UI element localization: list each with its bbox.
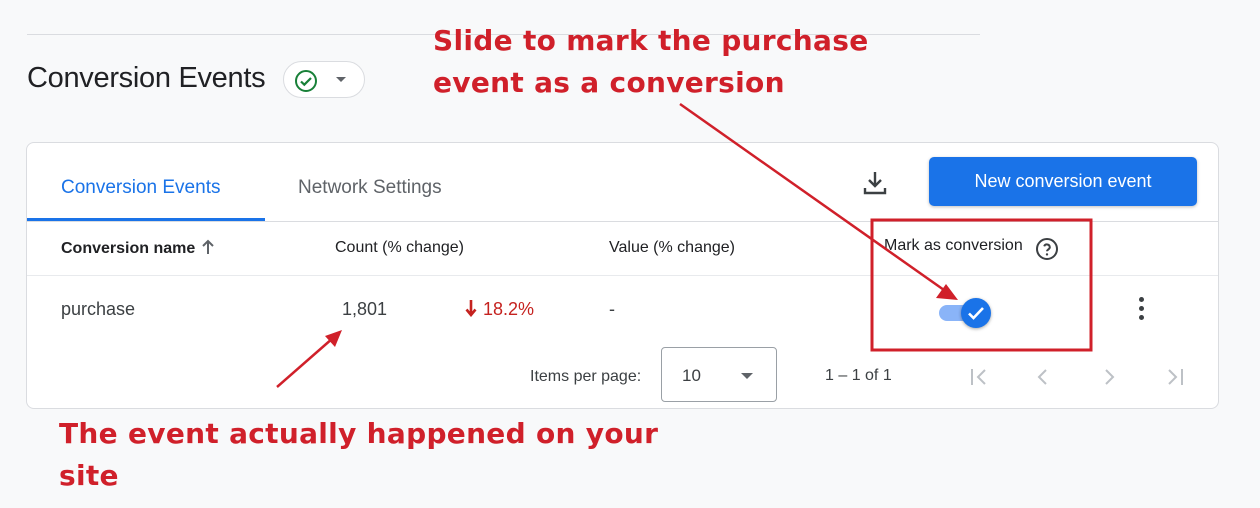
- annotation-bottom: The event actually happened on your site: [59, 413, 658, 497]
- annotation-top-line-2: event as a conversion: [433, 66, 785, 99]
- conversion-name-cell: purchase: [61, 299, 136, 319]
- new-conversion-event-button[interactable]: New conversion event: [929, 157, 1197, 206]
- more-options-icon[interactable]: [1137, 297, 1145, 325]
- status-dropdown[interactable]: [283, 61, 365, 98]
- download-icon: [863, 172, 887, 195]
- first-page-icon: [971, 369, 986, 385]
- check-icon: [968, 307, 984, 320]
- column-header-name-label: Conversion name: [61, 240, 196, 257]
- first-page-button[interactable]: [967, 365, 991, 389]
- chevron-right-icon: [1105, 369, 1115, 385]
- annotation-top: Slide to mark the purchase event as a co…: [433, 20, 868, 104]
- annotation-bottom-line-2: site: [59, 459, 119, 492]
- tab-network-settings[interactable]: Network Settings: [298, 177, 442, 199]
- annotation-bottom-line-1: The event actually happened on your: [59, 417, 659, 450]
- chevron-down-icon: [336, 77, 346, 82]
- count-cell: 1,801: [342, 299, 388, 319]
- last-page-icon: [1168, 369, 1183, 385]
- row-divider: [27, 275, 1218, 276]
- chevron-left-icon: [1037, 369, 1047, 385]
- next-page-button[interactable]: [1097, 365, 1121, 389]
- arrow-down-icon: [465, 300, 477, 318]
- value-cell: -: [609, 299, 615, 319]
- mark-as-conversion-toggle[interactable]: [939, 298, 991, 328]
- items-per-page-select[interactable]: 10: [661, 347, 777, 402]
- count-change-cell: 18.2%: [465, 299, 534, 320]
- annotation-top-line-1: Slide to mark the purchase: [433, 24, 869, 57]
- column-header-value[interactable]: Value (% change): [609, 239, 735, 257]
- check-circle-icon: [294, 69, 318, 98]
- toggle-knob: [961, 298, 991, 328]
- header-divider: [27, 221, 1218, 222]
- download-button[interactable]: [860, 168, 890, 198]
- last-page-button[interactable]: [1163, 365, 1187, 389]
- conversion-events-card: Conversion Events Network Settings New c…: [26, 142, 1219, 409]
- column-header-name[interactable]: Conversion name: [61, 239, 215, 260]
- chevron-down-icon: [741, 373, 753, 379]
- count-change-value: 18.2%: [483, 299, 535, 319]
- previous-page-button[interactable]: [1031, 365, 1055, 389]
- help-icon[interactable]: [1035, 237, 1059, 266]
- page-title: Conversion Events: [27, 62, 266, 94]
- items-per-page-label: Items per page:: [530, 368, 642, 385]
- sort-ascending-icon[interactable]: [201, 239, 215, 260]
- pagination-range: 1 – 1 of 1: [825, 367, 892, 384]
- column-header-mark: Mark as conversion: [884, 237, 1023, 254]
- items-per-page-value: 10: [682, 366, 701, 385]
- column-header-count[interactable]: Count (% change): [335, 239, 464, 257]
- tab-conversion-events[interactable]: Conversion Events: [61, 177, 220, 199]
